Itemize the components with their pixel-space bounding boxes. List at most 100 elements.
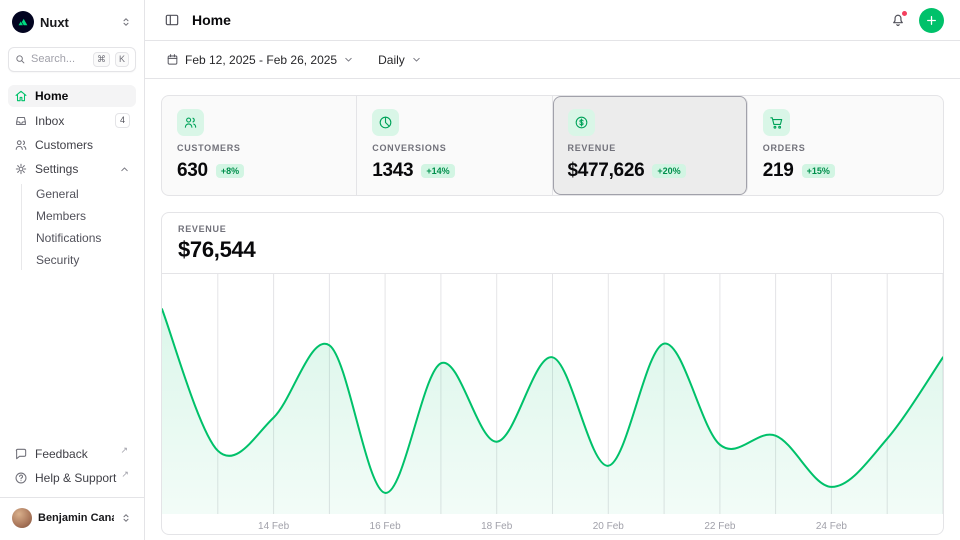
svg-text:24 Feb: 24 Feb [816,521,848,532]
help-support-link[interactable]: Help & Support ↗ [8,467,136,489]
svg-text:20 Feb: 20 Feb [593,521,625,532]
search-input[interactable]: Search... ⌘ K [8,47,136,72]
nuxt-logo-icon [12,11,34,33]
stat-delta-badge: +15% [802,164,835,178]
revenue-chart-header: Revenue $76,544 [162,213,943,274]
gear-icon [14,162,28,176]
sidebar-item-label: Security [36,253,132,267]
app-root: Nuxt Search... ⌘ K Home [0,0,960,540]
stat-value: $477,626 [568,160,645,182]
main-area: Home Feb 12, 2 [145,0,960,540]
chevron-up-icon [119,164,130,175]
stat-label: Customers [177,143,241,153]
date-range-picker[interactable]: Feb 12, 2025 - Feb 26, 2025 [159,48,361,72]
svg-text:16 Feb: 16 Feb [370,521,402,532]
workspace-name: Nuxt [40,15,114,30]
dashboard-content: Customers 630 +8% Conversions 1343 +14% [145,79,960,540]
stat-card-customers[interactable]: Customers 630 +8% [162,96,357,195]
revenue-chart[interactable]: 14 Feb 16 Feb 18 Feb 20 Feb 22 Feb 24 Feb [162,274,943,534]
stat-delta-badge: +8% [216,164,244,178]
notifications-button[interactable] [887,9,909,31]
chart-title: Revenue [178,224,927,234]
revenue-chart-svg: 14 Feb 16 Feb 18 Feb 20 Feb 22 Feb 24 Feb [162,274,943,534]
period-select[interactable]: Daily [371,48,429,72]
sidebar-item-security[interactable]: Security [32,250,136,270]
workspace-switcher[interactable]: Nuxt [8,8,136,36]
stat-value: 630 [177,160,208,182]
sidebar-spacer [8,270,136,443]
stat-delta-badge: +20% [652,164,685,178]
chevron-up-down-icon [120,512,132,524]
search-placeholder: Search... [31,53,88,65]
panel-left-icon [164,12,180,28]
chart-total-value: $76,544 [178,237,927,263]
page-header: Home [145,0,960,41]
svg-text:22 Feb: 22 Feb [704,521,736,532]
svg-text:18 Feb: 18 Feb [481,521,513,532]
feedback-link[interactable]: Feedback ↗ [8,443,136,465]
sidebar-item-inbox[interactable]: Inbox 4 [8,109,136,133]
sidebar-item-label: Notifications [36,231,132,245]
kbd-k: K [115,52,129,67]
footer-link-label: Feedback [35,447,115,461]
stat-card-revenue[interactable]: Revenue $477,626 +20% [553,96,748,195]
sidebar-item-label: Customers [35,138,130,152]
users-icon [177,109,204,136]
sidebar-item-notifications[interactable]: Notifications [32,228,136,248]
chevron-up-down-icon [120,16,132,28]
sidebar-item-label: Members [36,209,132,223]
header-actions [887,8,944,33]
avatar [12,508,32,528]
revenue-chart-card: Revenue $76,544 14 Feb 16 Feb 18 Feb 20 Feb… [161,212,944,535]
settings-subnav: General Members Notifications Security [21,184,136,270]
question-circle-icon [14,471,28,485]
users-icon [14,138,28,152]
sidebar-item-label: Settings [35,162,112,176]
date-range-label: Feb 12, 2025 - Feb 26, 2025 [185,53,337,67]
chart-x-axis-labels: 14 Feb 16 Feb 18 Feb 20 Feb 22 Feb 24 Feb [258,521,847,532]
message-bubble-icon [14,447,28,461]
stat-card-conversions[interactable]: Conversions 1343 +14% [357,96,552,195]
shopping-cart-icon [763,109,790,136]
inbox-icon [14,114,28,128]
chevron-down-icon [411,54,422,65]
stat-value: 219 [763,160,794,182]
sidebar: Nuxt Search... ⌘ K Home [0,0,145,540]
user-name: Benjamin Canac [38,512,114,524]
stats-row: Customers 630 +8% Conversions 1343 +14% [161,95,944,196]
notification-dot [901,10,908,17]
sidebar-item-label: Home [35,89,130,103]
stat-label: Conversions [372,143,446,153]
collapse-sidebar-button[interactable] [161,9,183,31]
svg-text:14 Feb: 14 Feb [258,521,290,532]
stat-label: Revenue [568,143,616,153]
sidebar-footer-nav: Feedback ↗ Help & Support ↗ [8,443,136,489]
filters-toolbar: Feb 12, 2025 - Feb 26, 2025 Daily [145,41,960,79]
chevron-down-icon [343,54,354,65]
sidebar-item-label: General [36,187,132,201]
sidebar-item-general[interactable]: General [32,184,136,204]
page-title: Home [192,12,231,28]
stat-label: Orders [763,143,806,153]
period-label: Daily [378,53,405,67]
add-button[interactable] [919,8,944,33]
search-icon [15,54,26,65]
sidebar-item-home[interactable]: Home [8,85,136,107]
external-link-icon: ↗ [121,469,129,480]
sidebar-item-settings[interactable]: Settings [8,158,136,180]
inbox-count-badge: 4 [115,113,130,129]
external-link-icon: ↗ [120,445,128,456]
sidebar-user-section: Benjamin Canac [0,497,144,532]
stat-delta-badge: +14% [421,164,454,178]
stat-card-orders[interactable]: Orders 219 +15% [748,96,943,195]
sidebar-item-members[interactable]: Members [32,206,136,226]
sidebar-item-label: Inbox [35,114,108,128]
home-icon [14,89,28,103]
plus-icon [925,14,938,27]
footer-link-label: Help & Support [35,471,116,485]
circle-dollar-icon [568,109,595,136]
user-menu-button[interactable]: Benjamin Canac [10,506,134,530]
sidebar-item-customers[interactable]: Customers [8,134,136,156]
chart-pie-icon [372,109,399,136]
sidebar-nav: Home Inbox 4 Customers Settings [8,85,136,271]
